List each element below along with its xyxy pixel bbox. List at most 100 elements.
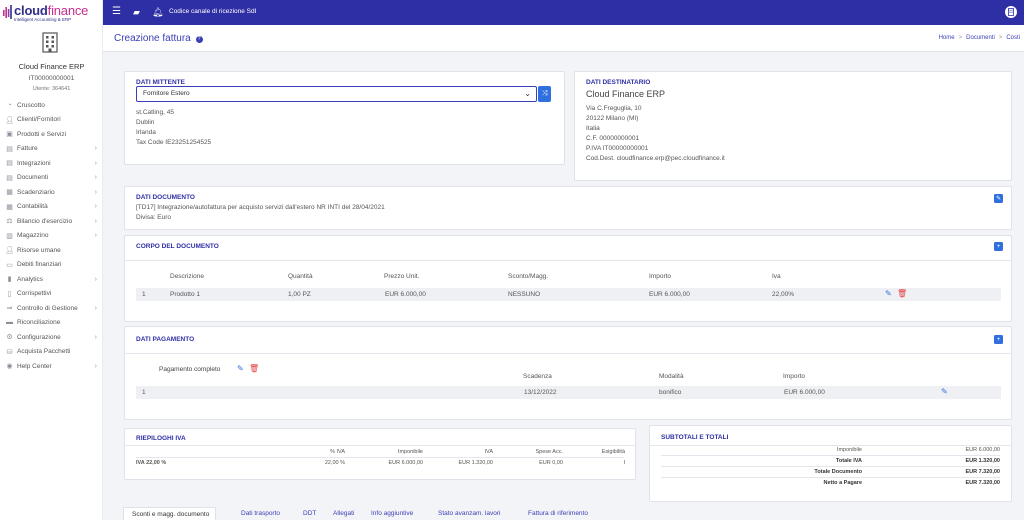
- hamburger-menu-icon[interactable]: ☰: [112, 6, 121, 18]
- table-row[interactable]: 1 13/12/2022 bonifico EUR 6.000,00 ✎: [136, 386, 1001, 399]
- sidebar-item-scadenziario[interactable]: ▦ Scadenziario ›: [0, 185, 103, 200]
- app-logo[interactable]: cloudfinance Intelligent Accounting & ER…: [3, 3, 101, 25]
- shuffle-button[interactable]: ⤨: [538, 86, 551, 102]
- sidebar-item-label: Fatture: [17, 145, 38, 153]
- divider: [136, 457, 624, 458]
- tab-sconti[interactable]: Sconti e magg. documento: [123, 507, 217, 520]
- gear-icon: ⚙: [6, 334, 13, 342]
- sidebar-item-controllo-di-gestione[interactable]: ⇒ Controllo di Gestione ›: [0, 301, 103, 316]
- pagamento-card: DATI PAGAMENTO + Pagamento completo ✎ 🗑︎…: [124, 326, 1012, 420]
- sidebar-item-contabilit[interactable]: ▦ Contabilità ›: [0, 200, 103, 215]
- shuffle-icon: ⤨: [541, 90, 548, 97]
- tab-trasporto[interactable]: Dati trasporto: [241, 510, 280, 517]
- tab-info[interactable]: Info aggiuntive: [371, 510, 413, 517]
- cell-prezzo: EUR 6.000,00: [385, 291, 426, 298]
- sidebar-item-bilancio-d-esercizio[interactable]: ⚖ Bilancio d'esercizio ›: [0, 214, 103, 229]
- mittente-line: st.Catling, 45: [136, 109, 174, 116]
- tab-stato[interactable]: Stato avanzam. lavori: [438, 510, 501, 517]
- mittente-select[interactable]: Fornitore Estero ⌄: [136, 86, 537, 102]
- sidebar-item-debiti-finanziari[interactable]: ▭ Debiti finanziari: [0, 258, 103, 273]
- sidebar-item-label: Analytics: [17, 275, 44, 283]
- help-icon: ◉: [6, 363, 13, 371]
- mittente-line: Dublin: [136, 119, 155, 126]
- destinatario-line: P.IVA IT00000000001: [586, 145, 649, 152]
- breadcrumb-costi[interactable]: Costi: [1006, 35, 1020, 41]
- logo-text: cloudfinance: [14, 3, 89, 18]
- sidebar-item-label: Debiti finanziari: [17, 261, 62, 269]
- sidebar-item-label: Help Center: [17, 362, 52, 370]
- plus-icon: +: [996, 336, 1001, 343]
- add-pagamento-button[interactable]: +: [994, 335, 1003, 344]
- trash-pagamento-icon[interactable]: 🗑︎: [249, 364, 259, 373]
- bell-icon[interactable]: 🔔︎: [152, 6, 163, 18]
- label-totale-iva: Totale IVA: [835, 458, 862, 464]
- riepiloghi-title: RIEPILOGHI IVA: [136, 435, 186, 442]
- tab-fattura-rif[interactable]: Fattura di riferimento: [528, 510, 588, 517]
- sidebar-item-cruscotto[interactable]: ◔ Cruscotto: [0, 98, 103, 113]
- documento-card: DATI DOCUMENTO [TD17] Integrazione/autof…: [124, 186, 1012, 230]
- cell-imponibile: EUR 6.000,00: [388, 460, 423, 466]
- col-spese: Spese Acc.: [535, 449, 563, 455]
- destinatario-card: DATI DESTINATARIO Cloud Finance ERP Via …: [574, 71, 1012, 181]
- edit-documento-button[interactable]: ✎: [994, 194, 1003, 203]
- cell-index: 1: [142, 389, 146, 396]
- sidebar-item-label: Acquista Pacchetti: [17, 348, 71, 356]
- sidebar-item-risorse-umane[interactable]: 👤︎ Risorse umane: [0, 243, 103, 258]
- sidebar-item-clienti-fornitori[interactable]: 👤︎ Clienti/Fornitori: [0, 113, 103, 128]
- main-content: DATI MITTENTE Fornitore Estero ⌄ ⤨ st.Ca…: [103, 52, 1024, 520]
- sidebar-item-prodotti-e-servizi[interactable]: ▣ Prodotti e Servizi: [0, 127, 103, 142]
- sidebar-item-acquista-pacchetti[interactable]: ⛁ Acquista Pacchetti: [0, 345, 103, 360]
- sidebar-item-riconciliazione[interactable]: ▬ Riconciliazione: [0, 316, 103, 331]
- sidebar-item-analytics[interactable]: ▮ Analytics ›: [0, 272, 103, 287]
- sidebar-item-label: Configurazione: [17, 333, 61, 341]
- box-icon: ▣: [6, 131, 13, 139]
- cell-scadenza: 13/12/2022: [524, 389, 557, 396]
- label-totale-documento: Totale Documento: [814, 469, 862, 475]
- calendar-icon: ▦: [6, 189, 13, 197]
- sidebar-item-magazzino[interactable]: ▥ Magazzino ›: [0, 229, 103, 244]
- col-esigibilita: Esigibilità: [601, 449, 625, 455]
- breadcrumb-documenti[interactable]: Documenti: [966, 35, 995, 41]
- edit-icon[interactable]: ✎: [885, 289, 892, 298]
- building-icon: [42, 32, 58, 53]
- tab-allegati[interactable]: Allegati: [333, 510, 354, 517]
- col-iva: Iva: [772, 273, 781, 280]
- breadcrumb-home[interactable]: Home: [939, 35, 955, 41]
- documento-type: [TD17] Integrazione/autofattura per acqu…: [136, 204, 385, 211]
- corpo-title: CORPO DEL DOCUMENTO: [136, 243, 219, 250]
- sidebar-item-fatture[interactable]: ▤ Fatture ›: [0, 142, 103, 157]
- sidebar-item-label: Corrispettivi: [17, 290, 52, 298]
- sidebar-item-integrazioni[interactable]: ▤ Integrazioni ›: [0, 156, 103, 171]
- cell-importo: EUR 6.000,00: [784, 389, 825, 396]
- value-totale-documento: EUR 7.320,00: [965, 469, 1000, 475]
- add-riga-button[interactable]: +: [994, 242, 1003, 251]
- table-row[interactable]: 1 Prodotto 1 1,00 PZ EUR 6.000,00 NESSUN…: [136, 288, 1001, 301]
- chat-icon[interactable]: ▰: [133, 6, 140, 18]
- help-icon[interactable]: ?: [195, 36, 203, 43]
- sidebar-item-corrispettivi[interactable]: ▯ Corrispettivi: [0, 287, 103, 302]
- pencil-icon: ✎: [995, 196, 1002, 202]
- sdi-channel-link[interactable]: Codice canale di ricezione SdI: [169, 8, 256, 15]
- subtotali-title: SUBTOTALI E TOTALI: [661, 434, 729, 441]
- money-icon: ▭: [6, 261, 13, 269]
- dashboard-icon: ◔: [7, 101, 12, 109]
- receipt-icon: ▯: [7, 290, 12, 298]
- company-avatar-icon[interactable]: [1005, 6, 1017, 18]
- tab-ddt[interactable]: DDT: [303, 510, 316, 517]
- cell-aliquota: IVA 22,00 %: [136, 460, 167, 466]
- edit-pagamento-icon[interactable]: ✎: [237, 364, 244, 373]
- scale-icon: ⚖: [6, 218, 13, 226]
- trash-icon[interactable]: 🗑︎: [897, 289, 907, 298]
- edit-icon[interactable]: ✎: [941, 387, 948, 396]
- pagamento-subtitle: Pagamento completo: [159, 366, 221, 373]
- sidebar-item-documenti[interactable]: ▤ Documenti ›: [0, 171, 103, 186]
- sidebar-item-configurazione[interactable]: ⚙ Configurazione ›: [0, 330, 103, 345]
- mittente-selected-value: Fornitore Estero: [143, 90, 190, 97]
- sidebar-item-help-center[interactable]: ◉ Help Center ›: [0, 359, 103, 374]
- company-name: Cloud Finance ERP: [18, 62, 85, 71]
- calculator-icon: ▦: [6, 203, 13, 211]
- value-imponibile: EUR 6.000,00: [965, 447, 1000, 453]
- col-prezzo: Prezzo Unit.: [384, 273, 420, 280]
- label-imponibile: Imponibile: [836, 447, 862, 453]
- col-modalita: Modalità: [659, 373, 684, 380]
